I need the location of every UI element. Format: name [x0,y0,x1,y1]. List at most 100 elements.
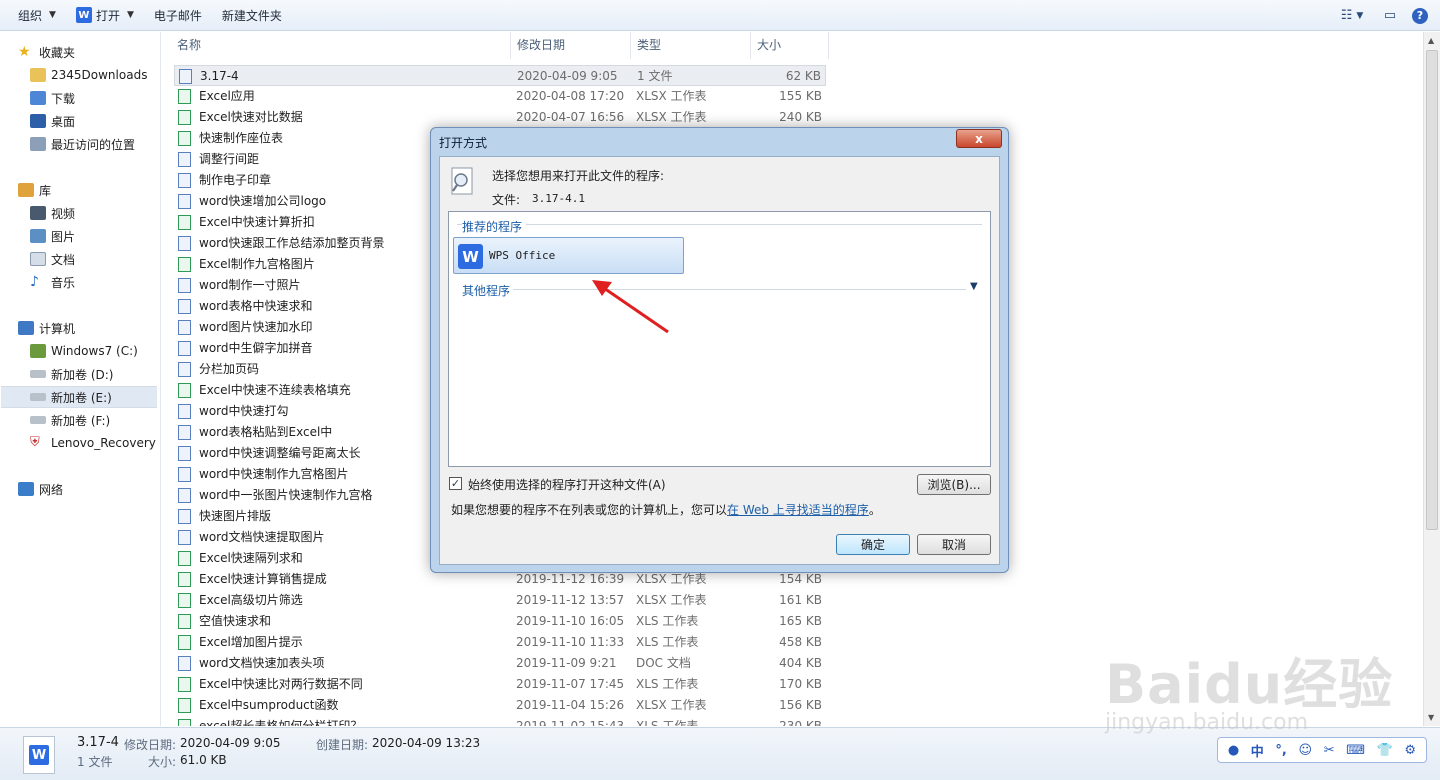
ok-button[interactable]: 确定 [836,534,910,555]
help-icon: ? [1412,7,1428,24]
ime-emoji-icon[interactable]: ☺ [1299,743,1313,758]
ime-punctuation-icon[interactable]: °, [1275,743,1286,758]
chevron-down-icon[interactable]: ▼ [970,281,978,292]
nav-drive-c[interactable]: Windows7 (C:) [30,340,138,362]
nav-item-downloads[interactable]: 下载 [30,87,75,109]
help-button[interactable]: ? [1408,4,1432,28]
file-row[interactable]: Excel增加图片提示 2019-11-10 11:33 XLS 工作表 458 KB [174,632,826,653]
organize-label: 组织 [18,8,43,23]
nav-libraries[interactable]: 库 [18,179,51,201]
column-header-date[interactable]: 修改日期 [511,32,631,59]
detail-file-name: 3.17-4 [77,735,119,750]
always-use-checkbox[interactable]: ✓ [449,477,462,490]
find-program-web-link[interactable]: 在 Web 上寻找适当的程序 [727,503,869,517]
cancel-button[interactable]: 取消 [917,534,991,555]
nav-label: 下载 [51,91,76,106]
watermark-url: jingyan.baidu.com [1105,710,1309,735]
dialog-title: 打开方式 [439,136,488,150]
new-folder-button[interactable]: 新建文件夹 [212,0,292,31]
excel-file-icon [178,593,191,608]
nav-label: 收藏夹 [39,45,76,60]
document-file-icon [178,152,191,167]
file-type: XLS 工作表 [636,677,699,691]
nav-item-music[interactable]: ♪ 音乐 [30,271,75,293]
file-name: 3.17-4.1 [532,192,585,205]
browse-label: 浏览(B)... [927,478,981,492]
email-button[interactable]: 电子邮件 [144,0,212,31]
column-header-size[interactable]: 大小 [751,32,829,59]
ime-mode-button[interactable]: 中 [1251,741,1264,760]
excel-file-icon [178,131,191,146]
open-button[interactable]: W 打开 ▼ [66,0,144,31]
file-row[interactable]: Excel高级切片筛选 2019-11-12 13:57 XLSX 工作表 161 K… [174,590,826,611]
nav-label: 网络 [39,482,64,497]
nav-drive-recovery[interactable]: ⛨ Lenovo_Recovery ( [30,432,159,454]
scroll-down-icon[interactable]: ▼ [1428,713,1434,722]
file-row[interactable]: Excel快速对比数据 2020-04-07 16:56 XLSX 工作表 240 K… [174,107,826,128]
file-size: 240 KB [779,110,822,124]
nav-label: 文档 [51,252,76,267]
preview-pane-icon[interactable]: ▭ [1378,4,1402,28]
ime-keyboard-icon[interactable]: ⌨ [1346,743,1365,758]
view-options-icon[interactable]: ☷ ▼ [1340,4,1364,28]
file-name: word表格粘贴到Excel中 [199,425,333,439]
document-file-icon [178,488,191,503]
ime-logo-icon[interactable]: ● [1228,743,1239,758]
organize-button[interactable]: 组织 ▼ [8,0,66,31]
close-button[interactable]: x [956,129,1002,148]
file-date: 2019-11-09 9:21 [516,656,617,670]
file-type: XLSX 工作表 [636,89,707,103]
nav-drive-f[interactable]: 新加卷 (F:) [30,409,110,431]
excel-file-icon [178,215,191,230]
detail-size-value: 61.0 KB [180,753,227,767]
ime-settings-icon[interactable]: ⚙ [1404,743,1416,758]
file-name: Excel快速对比数据 [199,110,303,124]
other-programs-label[interactable]: 其他程序 [462,282,510,299]
nav-item-2345downloads[interactable]: 2345Downloads [30,64,147,86]
file-name: Excel中sumproduct函数 [199,698,339,712]
nav-item-videos[interactable]: 视频 [30,202,75,224]
ime-skin-icon[interactable]: 👕 [1377,743,1393,758]
file-row[interactable]: Excel中sumproduct函数 2019-11-04 15:26 XLSX 工… [174,695,826,716]
file-row[interactable]: word文档快速加表头项 2019-11-09 9:21 DOC 文档 404 KB [174,653,826,674]
scroll-thumb[interactable] [1426,50,1438,530]
browse-button[interactable]: 浏览(B)... [917,474,991,495]
star-icon: ★ [18,44,31,60]
ime-scissors-icon[interactable]: ✂ [1324,743,1335,758]
nav-favorites[interactable]: ★ 收藏夹 [18,41,75,63]
vertical-scrollbar[interactable]: ▲ ▼ [1423,32,1440,726]
document-file-icon [178,341,191,356]
column-header-type[interactable]: 类型 [631,32,751,59]
detail-created-value: 2020-04-09 13:23 [372,736,481,750]
wps-icon: W [29,745,49,765]
nav-drive-d[interactable]: 新加卷 (D:) [30,363,113,385]
file-row[interactable]: excel超长表格如何分栏打印？ 2019-11-02 15:43 XLS 工作表 2… [174,716,826,726]
desktop-icon [30,114,46,128]
file-date: 2019-11-07 17:45 [516,677,625,691]
file-date: 2019-11-02 15:43 [516,719,625,726]
nav-network[interactable]: 网络 [18,478,63,500]
scroll-up-icon[interactable]: ▲ [1428,36,1434,45]
document-file-icon [178,656,191,671]
column-header-name[interactable]: 名称 [171,32,511,59]
file-row[interactable]: Excel中快速比对两行数据不同 2019-11-07 17:45 XLS 工作表 1… [174,674,826,695]
file-size: 458 KB [779,635,822,649]
nav-label: 新加卷 (D:) [51,367,114,382]
file-row[interactable]: Excel应用 2020-04-08 17:20 XLSX 工作表 155 KB [174,86,826,107]
new-folder-label: 新建文件夹 [221,8,282,23]
open-with-dialog: 打开方式 x 选择您想用来打开此文件的程序: 文件: 3.17-4.1 推荐的程… [430,127,1009,573]
nav-item-pictures[interactable]: 图片 [30,225,75,247]
file-name: Excel中快速不连续表格填充 [199,383,351,397]
nav-computer[interactable]: 计算机 [18,317,75,339]
nav-item-desktop[interactable]: 桌面 [30,110,75,132]
nav-drive-e[interactable]: 新加卷 (E:) [1,386,157,408]
file-row[interactable]: 3.17-4 2020-04-09 9:05 1 文件 62 KB [174,65,826,86]
column-headers: 名称 修改日期 类型 大小 [161,32,829,59]
always-use-label[interactable]: 始终使用选择的程序打开这种文件(A) [468,476,666,493]
nav-item-documents[interactable]: 文档 [30,248,75,270]
program-item-wps-office[interactable]: W WPS Office [453,237,684,274]
detail-size-label: 大小: [148,755,177,769]
file-row[interactable]: 空值快速求和 2019-11-10 16:05 XLS 工作表 165 KB [174,611,826,632]
nav-item-recent-places[interactable]: 最近访问的位置 [30,133,135,155]
email-label: 电子邮件 [153,8,202,23]
